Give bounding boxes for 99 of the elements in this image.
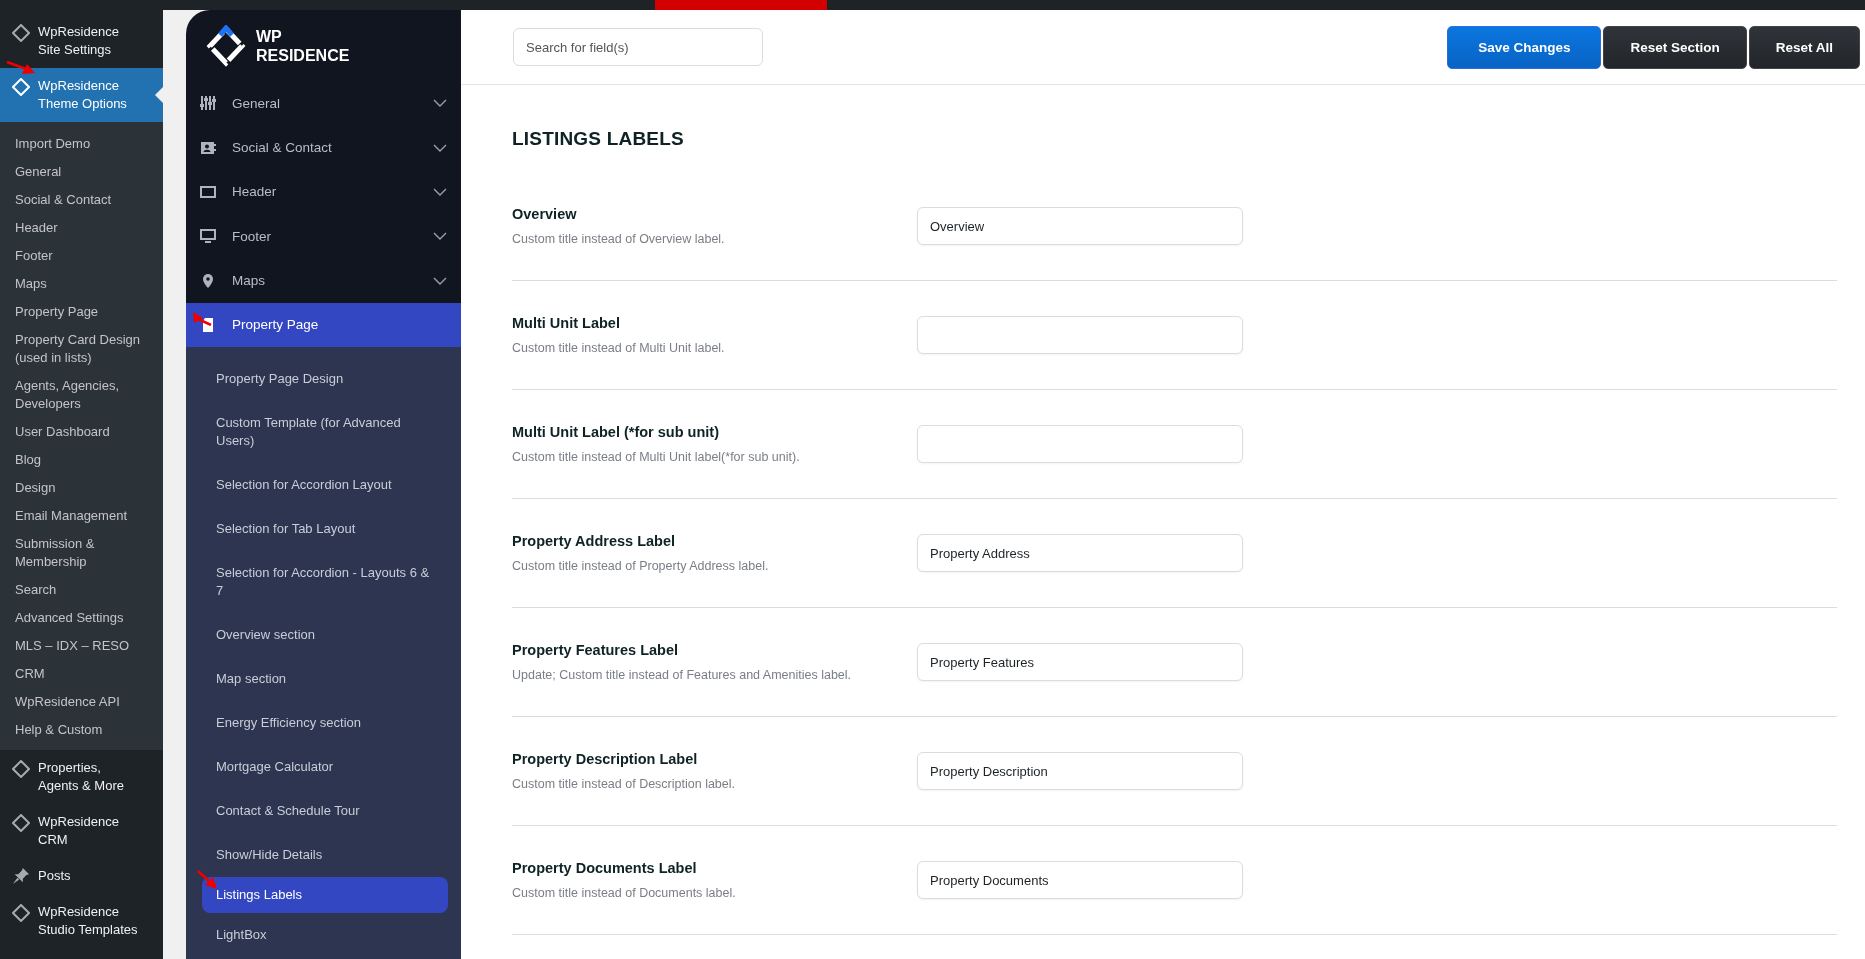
field-description: Custom title instead of Description label.: [512, 775, 737, 793]
text-input-field[interactable]: [917, 316, 1243, 354]
options-submenu-item[interactable]: Selection for Accordion Layout: [202, 463, 448, 508]
diamond-icon: [12, 814, 30, 832]
submenu-link[interactable]: Blog: [0, 446, 163, 474]
toolbar-button[interactable]: Save Changes: [1447, 25, 1602, 69]
options-section-tab[interactable]: Maps: [186, 258, 461, 303]
submenu-link[interactable]: Submission & Membership: [0, 530, 163, 576]
menu-item-label: WpResidence Studio Templates: [38, 903, 139, 939]
submenu-link[interactable]: Social & Contact: [0, 186, 163, 214]
toolbar-button[interactable]: Reset All: [1748, 25, 1860, 69]
admin-menu-item[interactable]: WpResidence Studio Templates: [0, 894, 163, 948]
submenu-link[interactable]: CRM: [0, 660, 163, 688]
field-label: Property Documents Label: [512, 858, 698, 877]
field-description: Update; Custom title instead of Features and Amenities label.: [512, 666, 852, 684]
options-submenu-item[interactable]: Show/Hide Details: [202, 833, 448, 878]
field-label: Multi Unit Label: [512, 313, 621, 332]
field-label: Property Features Label: [512, 640, 679, 659]
pointer-arrow-icon: [6, 60, 36, 76]
chevron-down-icon: [433, 232, 447, 241]
field-description: Custom title instead of Overview label.: [512, 230, 726, 248]
toolbar-button[interactable]: Reset Section: [1603, 25, 1747, 69]
options-submenu-item[interactable]: Selection for Accordion - Layouts 6 & 7: [202, 551, 448, 614]
submenu-link[interactable]: Help & Custom: [0, 716, 163, 744]
field-description: Custom title instead of Documents label.: [512, 884, 737, 902]
text-input-field[interactable]: Property Address: [917, 534, 1243, 572]
text-input-field[interactable]: Overview: [917, 207, 1243, 245]
pushpin-icon: [12, 867, 30, 885]
chevron-down-icon: [433, 99, 447, 108]
options-submenu-item[interactable]: Contact & Schedule Tour: [202, 789, 448, 834]
search-field[interactable]: Search for field(s): [513, 28, 763, 66]
diamond-icon: [12, 24, 30, 42]
options-submenu-item[interactable]: Listings Labels: [202, 877, 448, 914]
chevron-down-icon: [433, 276, 447, 285]
admin-menu-item[interactable]: Properties, Agents & More: [0, 750, 163, 804]
field-description: Custom title instead of Property Address label.: [512, 557, 770, 575]
text-input-field[interactable]: [917, 425, 1243, 463]
admin-menu-item[interactable]: Posts: [0, 858, 163, 894]
submenu-link[interactable]: MLS – IDX – RESO: [0, 632, 163, 660]
submenu-link[interactable]: Import Demo: [0, 130, 163, 158]
diamond-icon: [12, 78, 30, 96]
admin-menu-item[interactable]: WpResidence Site Settings: [0, 14, 163, 68]
options-section-tab[interactable]: Header: [186, 169, 461, 215]
field-label: Property Description Label: [512, 749, 699, 768]
pointer-arrow-icon: [192, 311, 212, 326]
pointer-arrow-icon: [197, 870, 218, 890]
menu-item-label: Properties, Agents & More: [38, 759, 125, 795]
options-section-tab[interactable]: Footer: [186, 214, 461, 259]
monitor-icon: [200, 228, 216, 245]
menu-item-label: Posts: [38, 867, 71, 885]
diamond-icon: [12, 760, 30, 778]
options-submenu-item[interactable]: Energy Efficiency section: [202, 701, 448, 746]
submenu-link[interactable]: General: [0, 158, 163, 186]
submenu-link[interactable]: Header: [0, 214, 163, 242]
field-description: Custom title instead of Multi Unit label.: [512, 339, 726, 357]
options-section-tab[interactable]: General: [186, 81, 461, 126]
menu-item-label: WpResidence Theme Options: [38, 77, 128, 113]
admin-menu-item[interactable]: WpResidence Theme Options: [0, 68, 163, 122]
options-submenu-item[interactable]: Mortgage Calculator: [202, 745, 448, 790]
map-pin-icon: [200, 272, 216, 289]
options-submenu-item[interactable]: Custom Template (for Advanced Users): [202, 401, 448, 464]
laptop-icon: [200, 184, 216, 200]
field-label: Overview: [512, 204, 578, 223]
text-input-field[interactable]: Property Documents: [917, 861, 1243, 899]
field-description: Custom title instead of Multi Unit label(*for sub unit).: [512, 448, 801, 466]
submenu-link[interactable]: Maps: [0, 270, 163, 298]
chevron-down-icon: [433, 188, 447, 196]
section-title: LISTINGS LABELS: [512, 128, 685, 150]
options-submenu-item[interactable]: LightBox: [202, 913, 448, 958]
logo-text: WP RESIDENCE: [256, 26, 350, 65]
options-submenu-item[interactable]: Map section: [202, 657, 448, 702]
logo-icon: [206, 24, 246, 67]
submenu-link[interactable]: User Dashboard: [0, 418, 163, 446]
options-submenu-item[interactable]: Property Page Design: [202, 357, 448, 402]
field-label: Property Address Label: [512, 531, 677, 550]
text-input-field[interactable]: Property Description: [917, 752, 1243, 790]
admin-menu-item[interactable]: WpResidence CRM: [0, 804, 163, 858]
diamond-icon: [12, 904, 30, 922]
submenu-link[interactable]: Advanced Settings: [0, 604, 163, 632]
submenu-link[interactable]: Property Page: [0, 298, 163, 326]
options-submenu-item[interactable]: Overview section: [202, 613, 448, 658]
submenu-link[interactable]: WpResidence API: [0, 688, 163, 716]
submenu-link[interactable]: Property Card Design (used in lists): [0, 326, 163, 372]
options-section-tab[interactable]: Property Page: [186, 302, 461, 348]
options-submenu-item[interactable]: Selection for Tab Layout: [202, 507, 448, 552]
options-section-tab[interactable]: Social & Contact: [186, 125, 461, 170]
contact-card-icon: [200, 139, 216, 156]
page-icon: [200, 316, 216, 333]
submenu-link[interactable]: Search: [0, 576, 163, 604]
submenu-link[interactable]: Agents, Agencies, Developers: [0, 372, 163, 418]
submenu-link[interactable]: Design: [0, 474, 163, 502]
text-input-field[interactable]: Property Features: [917, 643, 1243, 681]
submenu-link[interactable]: Email Management: [0, 502, 163, 530]
menu-item-label: WpResidence Site Settings: [38, 23, 120, 59]
menu-item-label: WpResidence CRM: [38, 813, 120, 849]
chevron-down-icon: [433, 143, 447, 152]
sliders-icon: [200, 95, 216, 112]
field-label: Multi Unit Label (*for sub unit): [512, 422, 720, 441]
submenu-link[interactable]: Footer: [0, 242, 163, 270]
